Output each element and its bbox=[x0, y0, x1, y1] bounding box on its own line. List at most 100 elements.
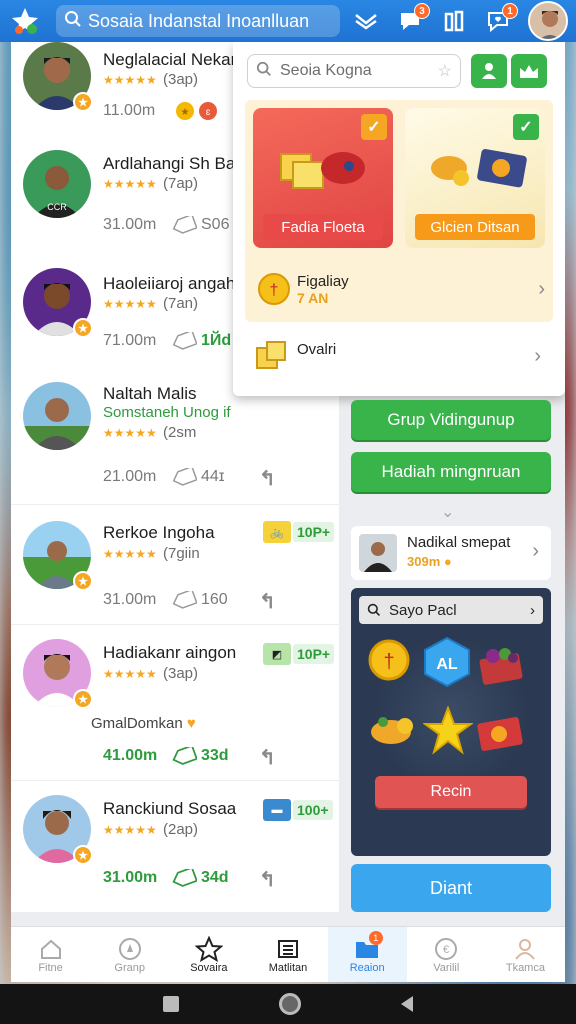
profile-card[interactable]: Nadikal smepat 309m ● › bbox=[351, 526, 551, 580]
heart-icon: ♥ bbox=[186, 715, 196, 732]
heart-chat-badge: 1 bbox=[502, 3, 518, 19]
mail-icon[interactable] bbox=[352, 7, 380, 35]
list-item[interactable]: ★ Ranckiund Sosaak ▬ 100+ ★★★★★ (2ap) 31… bbox=[11, 780, 339, 912]
list-item[interactable]: ★ Rerkoe Ingoha 🚲 10P+ ★★★★★ (7giin 31.0… bbox=[11, 504, 339, 624]
chart-icon[interactable] bbox=[440, 7, 468, 35]
svg-text:†: † bbox=[270, 282, 279, 299]
item-count: 44ɪ bbox=[201, 468, 225, 485]
svg-text:AL: AL bbox=[436, 656, 458, 673]
chevron-right-icon: › bbox=[538, 277, 545, 300]
user-avatar[interactable] bbox=[528, 1, 568, 41]
reward-card-fadia[interactable]: ✓ Fadia Floeta bbox=[253, 108, 393, 248]
nav-item-matlitan[interactable]: Matlitan bbox=[248, 927, 327, 982]
search-icon bbox=[64, 10, 82, 33]
food-icon bbox=[371, 717, 413, 744]
contact-name: Hadiakanr aingonlan bbox=[103, 643, 237, 662]
distance: 71.00m bbox=[103, 332, 157, 349]
nav-item-varilil[interactable]: € Varilil bbox=[407, 927, 486, 982]
card-icon: ▬ bbox=[263, 799, 291, 821]
chevron-right-icon: › bbox=[532, 540, 539, 562]
coin-heart-icon: ★ ɛ bbox=[176, 102, 217, 120]
recin-button[interactable]: Recin bbox=[375, 776, 527, 808]
share-arrow-icon[interactable]: ↰ bbox=[259, 867, 276, 892]
nav-item-sovaira[interactable]: Sovaira bbox=[169, 927, 248, 982]
rating-count: (7ap) bbox=[163, 175, 199, 192]
add-user-button[interactable] bbox=[471, 54, 507, 88]
chat-icon[interactable]: 3 bbox=[396, 3, 430, 35]
card-label: Glcien Ditsan bbox=[415, 214, 535, 240]
grup-button[interactable]: Grup Vidingunup bbox=[351, 400, 551, 440]
svg-text:CCR: CCR bbox=[47, 202, 67, 212]
main-panel: ★ Neglalacial Nekans ★★★★★ (3ap) 11.00m … bbox=[11, 42, 565, 926]
contact-name: Ardlahangi Sh Bak bbox=[103, 154, 237, 173]
profile-icon bbox=[513, 936, 537, 962]
gift-button[interactable] bbox=[511, 54, 547, 88]
rating-count: (7an) bbox=[163, 295, 199, 312]
distance: 41.00m bbox=[103, 747, 158, 764]
back-icon[interactable] bbox=[401, 996, 413, 1012]
rating-count: (7giin bbox=[163, 545, 200, 562]
checkbox-icon[interactable]: ✓ bbox=[361, 114, 387, 140]
contact-subtitle: Somstaneh Unog if bbox=[103, 404, 231, 421]
fruit-box-icon bbox=[479, 648, 523, 685]
nav-item-fitne[interactable]: Fitne bbox=[11, 927, 90, 982]
tag-icon bbox=[172, 869, 197, 887]
nav-item-granp[interactable]: Granp bbox=[90, 927, 169, 982]
home-circle-icon[interactable] bbox=[279, 993, 301, 1015]
heart-chat-icon[interactable]: 1 bbox=[484, 3, 518, 35]
avatar: CCR bbox=[23, 150, 91, 218]
reward-card-glcien[interactable]: ✓ Glcien Ditsan bbox=[405, 108, 545, 248]
share-arrow-icon[interactable]: ↰ bbox=[259, 466, 276, 491]
chevron-right-icon: › bbox=[530, 601, 535, 619]
app-star-logo[interactable] bbox=[8, 4, 42, 38]
star-icon bbox=[423, 706, 473, 755]
game-search-input[interactable]: Sayo Pacl › bbox=[359, 596, 543, 624]
contact-name: Naltah Malis bbox=[103, 384, 197, 403]
search-text: Sosaia Indanstal Inoanlluan bbox=[88, 10, 310, 31]
recents-icon[interactable] bbox=[163, 996, 179, 1012]
popup-search-input[interactable]: Seoia Kogna ☆ bbox=[247, 54, 461, 88]
item-count: 34d bbox=[201, 869, 229, 886]
contact-name: Ranckiund Sosaak bbox=[103, 799, 237, 818]
star-outline-icon[interactable]: ☆ bbox=[438, 61, 452, 81]
nav-item-tkamca[interactable]: Tkamca bbox=[486, 927, 565, 982]
rating-count: (2ap) bbox=[163, 821, 199, 838]
verified-badge-icon: ★ bbox=[73, 689, 93, 709]
checkbox-icon[interactable]: ✓ bbox=[513, 114, 539, 140]
game-panel: Sayo Pacl › † AL Recin bbox=[351, 588, 551, 856]
category-popup: Seoia Kogna ☆ ✓ Fadia Floeta ✓ Glcien Di… bbox=[233, 42, 565, 396]
search-icon bbox=[367, 603, 380, 616]
points-badge: ▬ 100+ bbox=[263, 799, 333, 821]
points-badge: 🚲 10P+ bbox=[263, 521, 335, 543]
hadiah-button[interactable]: Hadiah mingnruan bbox=[351, 452, 551, 492]
avatar: ★ bbox=[23, 795, 93, 865]
share-arrow-icon[interactable]: ↰ bbox=[259, 745, 276, 770]
compass-icon bbox=[118, 936, 142, 962]
cheese-fish-icon bbox=[280, 152, 365, 189]
coin-reward-row[interactable]: † Figaliay 7 AN › bbox=[253, 262, 545, 316]
food-plate-icon bbox=[431, 149, 527, 188]
svg-text:★: ★ bbox=[181, 107, 190, 118]
tag-icon bbox=[172, 468, 197, 486]
verified-badge-icon: ★ bbox=[73, 92, 93, 112]
wallet-icon: € bbox=[434, 936, 458, 962]
rating-count: (3ap) bbox=[163, 71, 199, 88]
ovalri-row[interactable]: Ovalri › bbox=[245, 328, 553, 384]
item-count: 1Йd bbox=[201, 332, 232, 349]
avatar bbox=[23, 382, 91, 450]
bottom-nav: Fitne Granp Sovaira Matlitan 1 Reaion € … bbox=[11, 926, 565, 982]
item-count: S06 bbox=[201, 216, 230, 233]
tag-icon bbox=[172, 216, 197, 234]
share-arrow-icon[interactable]: ↰ bbox=[259, 589, 276, 614]
person-icon bbox=[482, 63, 496, 79]
search-input[interactable]: Sosaia Indanstal Inoanlluan bbox=[56, 5, 340, 37]
list-item[interactable]: Naltah Malis Somstaneh Unog if ★★★★★ (2s… bbox=[11, 380, 339, 504]
list-icon bbox=[276, 936, 300, 962]
nav-item-reaion[interactable]: 1 Reaion bbox=[327, 927, 407, 982]
bike-icon: 🚲 bbox=[263, 521, 291, 543]
shield-badge-icon: AL bbox=[421, 636, 473, 688]
list-item[interactable]: ★ Hadiakanr aingonlan ◩ 10P+ ★★★★★ (3ap)… bbox=[11, 624, 339, 780]
diant-button[interactable]: Diant bbox=[351, 864, 551, 912]
chevron-down-icon[interactable]: ⌄ bbox=[441, 502, 454, 522]
contact-name: Neglalacial Nekans bbox=[103, 50, 237, 69]
